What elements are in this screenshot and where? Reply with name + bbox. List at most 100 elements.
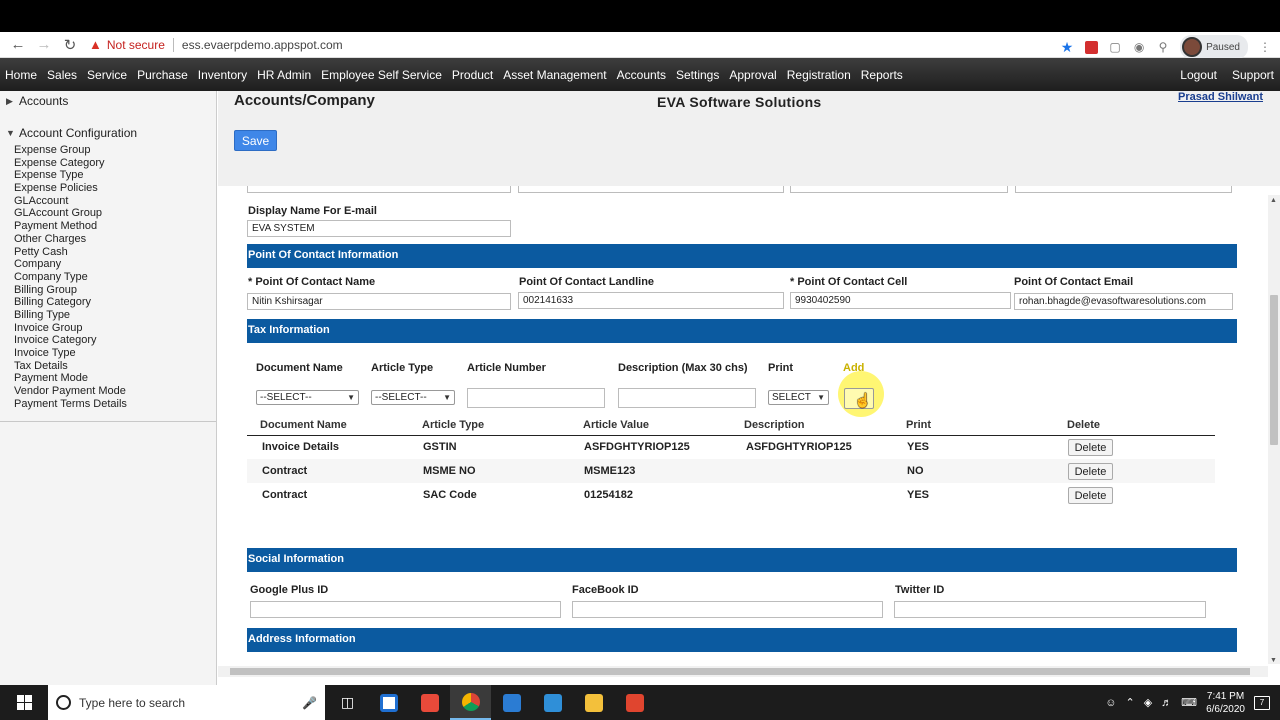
sidebar-item-expense-group[interactable]: Expense Group [14,144,216,157]
menu-item-reports[interactable]: Reports [861,68,903,82]
notification-icon[interactable]: 7 [1254,695,1270,710]
display-name-input[interactable]: EVA SYSTEM [247,220,511,237]
logout-link[interactable]: Logout [1180,68,1217,82]
volume-icon[interactable]: ♬ [1161,697,1172,709]
partial-field-1[interactable] [247,186,511,193]
sidebar-item-billing-category[interactable]: Billing Category [14,296,216,309]
save-button[interactable]: Save [234,130,277,151]
menu-item-approval[interactable]: Approval [729,68,776,82]
menu-item-registration[interactable]: Registration [787,68,851,82]
menu-item-purchase[interactable]: Purchase [137,68,188,82]
sidebar-item-payment-method[interactable]: Payment Method [14,220,216,233]
description-input[interactable] [618,388,756,408]
vertical-scrollbar[interactable]: ▲ ▼ [1268,195,1280,664]
poc-landline-input[interactable]: 002141633 [518,292,784,309]
sidebar-item-payment-mode[interactable]: Payment Mode [14,372,216,385]
menu-item-product[interactable]: Product [452,68,493,82]
sidebar-item-glaccount[interactable]: GLAccount [14,195,216,208]
document-name-select[interactable]: --SELECT-- ▼ [256,390,359,405]
sidebar-item-invoice-group[interactable]: Invoice Group [14,322,216,335]
partial-field-3[interactable] [790,186,1008,193]
url-text[interactable]: ess.evaerpdemo.appspot.com [182,38,343,52]
sidebar-item-tax-details[interactable]: Tax Details [14,360,216,373]
facebook-input[interactable] [572,601,883,618]
anydesk-icon[interactable] [409,685,450,720]
taskbar-search[interactable]: Type here to search 🎤 [48,685,325,720]
article-number-input[interactable] [467,388,605,408]
scroll-down-icon[interactable]: ▼ [1270,657,1277,664]
sidebar-item-invoice-category[interactable]: Invoice Category [14,334,216,347]
article-type-select[interactable]: --SELECT-- ▼ [371,390,455,405]
sidebar-item-company[interactable]: Company [14,258,216,271]
sidebar-item-company-type[interactable]: Company Type [14,271,216,284]
address-bar[interactable]: ▲ Not secure ess.evaerpdemo.appspot.com [89,34,343,56]
sidebar-accounts[interactable]: ▶ Accounts [0,92,216,110]
back-icon[interactable]: ← [5,32,31,58]
delete-button[interactable]: Delete [1068,463,1113,480]
poc-email-input[interactable]: rohan.bhagde@evasoftwaresolutions.com [1014,293,1233,310]
extension-chat-icon[interactable]: ◉ [1132,40,1146,54]
menu-item-settings[interactable]: Settings [676,68,719,82]
sidebar-item-billing-type[interactable]: Billing Type [14,309,216,322]
network-icon[interactable]: ◈ [1144,696,1152,709]
key-icon[interactable]: ⚲ [1156,40,1170,54]
poc-name-input[interactable]: Nitin Kshirsagar [247,293,511,310]
menu-item-service[interactable]: Service [87,68,127,82]
more-menu-icon[interactable]: ⋮ [1258,40,1272,54]
sidebar-item-expense-type[interactable]: Expense Type [14,169,216,182]
sidebar-item-petty-cash[interactable]: Petty Cash [14,246,216,259]
partial-field-4[interactable] [1015,186,1232,193]
tax-section-header: Tax Information [247,319,1237,343]
clock[interactable]: 7:41 PM 6/6/2020 [1206,690,1245,716]
keyboard-icon[interactable]: ⌨ [1181,696,1197,709]
menu-item-inventory[interactable]: Inventory [198,68,247,82]
menu-item-hr-admin[interactable]: HR Admin [257,68,311,82]
menu-item-employee-self-service[interactable]: Employee Self Service [321,68,442,82]
sidebar-item-other-charges[interactable]: Other Charges [14,233,216,246]
sidebar-item-expense-policies[interactable]: Expense Policies [14,182,216,195]
chrome-icon[interactable] [450,685,491,720]
delete-button[interactable]: Delete [1068,439,1113,456]
bookmark-star-icon[interactable]: ★ [1060,39,1074,55]
remote-desktop-icon[interactable] [532,685,573,720]
file-explorer-icon[interactable] [573,685,614,720]
chevron-up-icon[interactable]: ⌃ [1125,696,1134,709]
twitter-input[interactable] [894,601,1206,618]
windows-start-icon[interactable] [0,685,48,720]
sidebar-item-payment-terms-details[interactable]: Payment Terms Details [14,398,216,411]
menu-item-accounts[interactable]: Accounts [617,68,666,82]
menu-item-sales[interactable]: Sales [47,68,77,82]
profile-button[interactable]: Paused [1180,35,1248,59]
task-view-icon[interactable]: ◫ [327,685,368,720]
delete-button[interactable]: Delete [1068,487,1113,504]
horizontal-scroll-thumb[interactable] [230,668,1250,675]
support-link[interactable]: Support [1232,68,1274,82]
google-plus-input[interactable] [250,601,561,618]
user-link[interactable]: Prasad Shilwant [1178,91,1263,103]
extension-pdf-icon[interactable] [1084,40,1098,54]
horizontal-scrollbar[interactable] [218,666,1268,677]
hand-cursor-icon: ☝ [854,392,872,408]
sidebar-item-vendor-payment-mode[interactable]: Vendor Payment Mode [14,385,216,398]
menu-item-home[interactable]: Home [5,68,37,82]
reload-icon[interactable]: ↻ [57,32,83,58]
people-icon[interactable]: ☺ [1105,697,1116,709]
sidebar-item-billing-group[interactable]: Billing Group [14,284,216,297]
sidebar-item-invoice-type[interactable]: Invoice Type [14,347,216,360]
sidebar-account-configuration-label: Account Configuration [19,126,138,140]
microphone-icon[interactable]: 🎤 [302,696,317,710]
sidebar-account-configuration[interactable]: ▼ Account Configuration [0,124,216,142]
vertical-scroll-thumb[interactable] [1270,295,1278,445]
store-icon[interactable] [368,685,409,720]
extension-icon[interactable]: ▢ [1108,40,1122,54]
recorder-icon[interactable] [614,685,655,720]
word-icon[interactable] [491,685,532,720]
scroll-up-icon[interactable]: ▲ [1270,197,1277,204]
poc-cell-input[interactable]: 9930402590 [790,292,1011,309]
sidebar-item-expense-category[interactable]: Expense Category [14,157,216,170]
forward-icon[interactable]: → [31,32,57,58]
menu-item-asset-management[interactable]: Asset Management [503,68,606,82]
partial-field-2[interactable] [518,186,784,193]
print-select[interactable]: SELECT ▼ [768,390,829,405]
sidebar-item-glaccount-group[interactable]: GLAccount Group [14,207,216,220]
